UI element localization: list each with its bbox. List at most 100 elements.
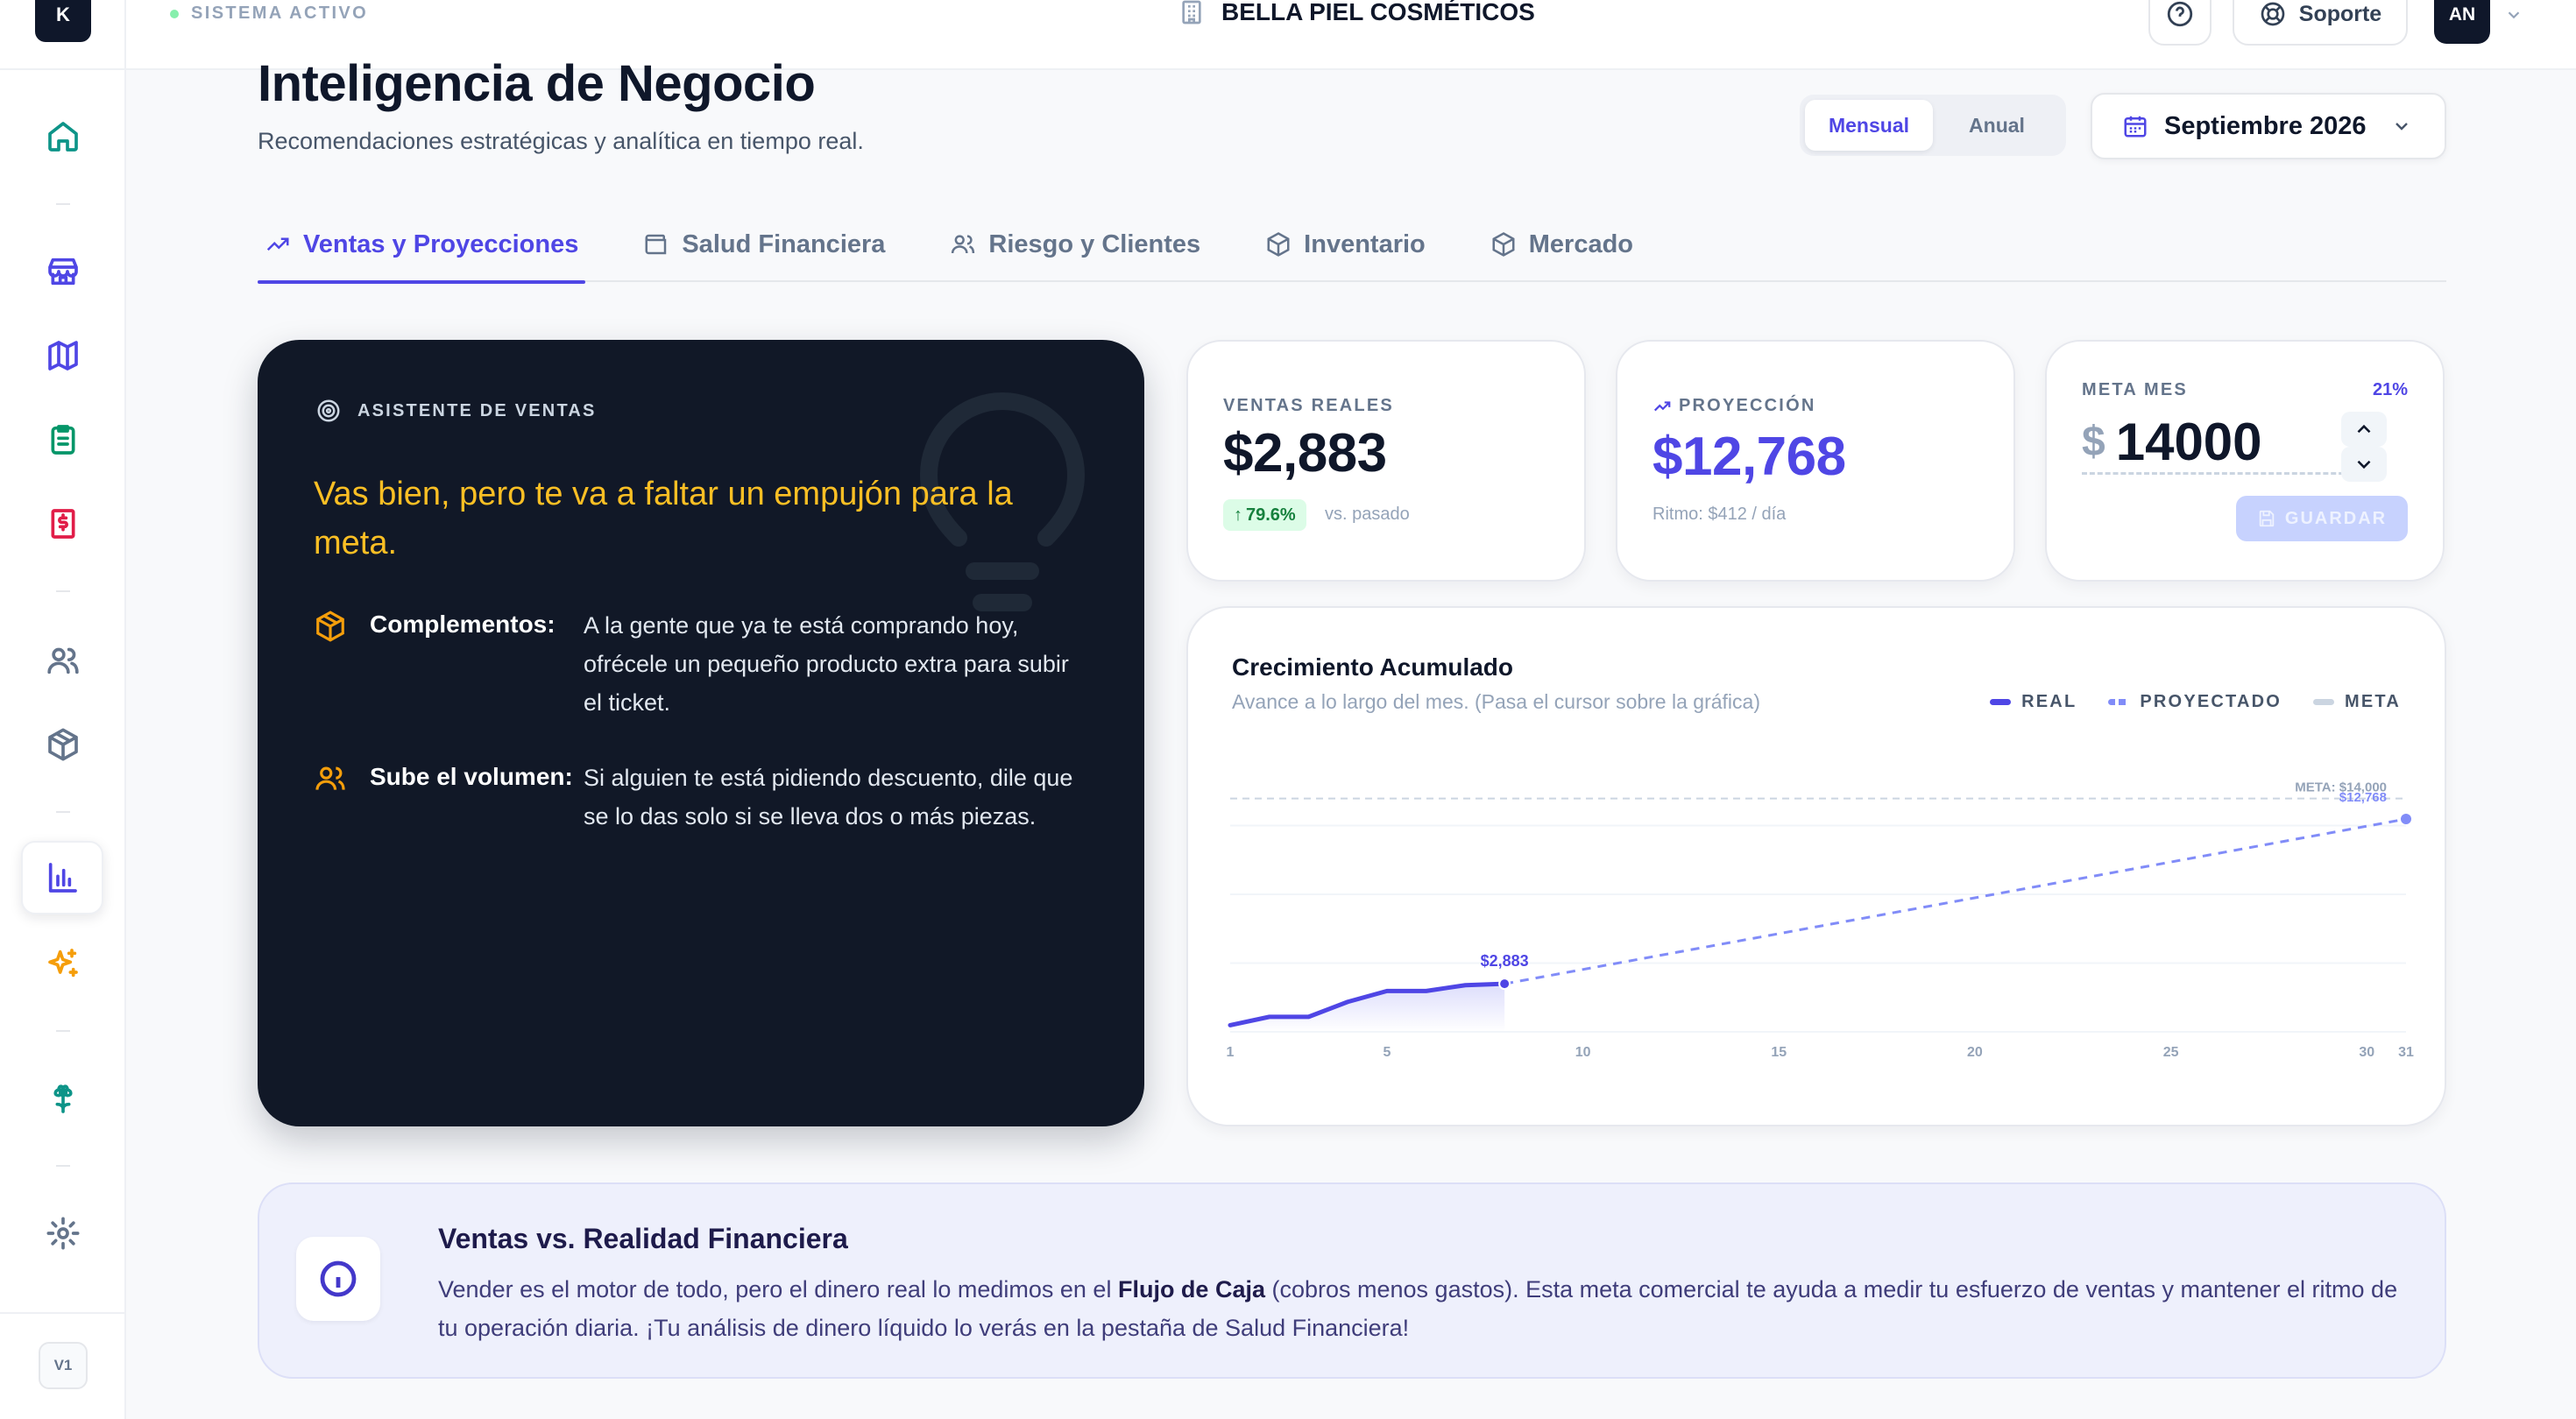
map-icon (48, 341, 78, 371)
divider (56, 203, 70, 205)
info-icon-box (296, 1237, 380, 1321)
nav-store[interactable] (37, 245, 89, 298)
users-icon (47, 647, 79, 674)
increment-button[interactable] (2341, 412, 2387, 447)
nav-inventory[interactable] (37, 718, 89, 771)
nav-analytics[interactable] (21, 841, 103, 914)
tip-item: Complementos: A la gente que ya te está … (314, 608, 1102, 722)
box-icon (316, 611, 344, 642)
tab-sales-projections[interactable]: Ventas y Proyecciones (258, 207, 586, 284)
x-tick-label: 1 (1227, 1045, 1235, 1060)
arrow-up-icon: ↑ (1234, 505, 1242, 525)
change-note: vs. pasado (1325, 505, 1410, 524)
divider (56, 1030, 70, 1032)
invoice-dollar-icon (51, 509, 75, 539)
sales-assistant-card: ASISTENTE DE VENTAS Vas bien, pero te va… (258, 340, 1144, 1126)
support-label: Soporte (2298, 1, 2382, 26)
box-icon (1267, 232, 1290, 257)
chevron-down-icon (2357, 460, 2371, 469)
info-icon (320, 1260, 357, 1297)
period-option-monthly[interactable]: Mensual (1805, 100, 1933, 151)
tab-label: Inventario (1304, 229, 1426, 258)
chevron-up-icon (2357, 424, 2371, 434)
kpi-label: META MES (2082, 380, 2188, 399)
kpi-monthly-goal: META MES 21% $ 14000 GUARDAR (2045, 340, 2445, 582)
x-tick-label: 25 (2163, 1045, 2179, 1060)
current-value-label: $2,883 (1481, 952, 1529, 970)
assistant-message: Vas bien, pero te va a faltar un empujón… (314, 476, 1013, 561)
assistant-header: ASISTENTE DE VENTAS (315, 398, 597, 424)
box-icon (1492, 232, 1515, 257)
trending-up-icon (1653, 400, 1671, 411)
nav-home[interactable] (37, 110, 89, 163)
goal-stepper (2339, 412, 2388, 482)
store-icon (48, 258, 78, 286)
nav-users[interactable] (37, 634, 89, 687)
assistant-label: ASISTENTE DE VENTAS (357, 400, 597, 420)
divider (56, 811, 70, 813)
month-picker-label: Septiembre 2026 (2164, 111, 2367, 140)
nav-clipboard[interactable] (37, 413, 89, 466)
tip-label: Sube el volumen: (370, 763, 573, 790)
month-picker[interactable]: Septiembre 2026 (2091, 93, 2446, 159)
wallet-icon (645, 234, 667, 255)
avatar[interactable]: AN (2434, 0, 2490, 44)
building-icon (1182, 0, 1201, 25)
nav-settings[interactable] (37, 1207, 89, 1260)
tab-financial-health[interactable]: Salud Financiera (636, 207, 892, 282)
goal-value: 14000 (2115, 413, 2262, 471)
tab-inventory[interactable]: Inventario (1258, 207, 1433, 282)
flower-icon (53, 1084, 73, 1113)
nav-map[interactable] (37, 329, 89, 382)
current-point (1498, 978, 1511, 991)
support-button[interactable]: Soporte (2233, 0, 2408, 46)
gear-icon (46, 1217, 80, 1250)
bar-chart-icon (48, 863, 77, 893)
nav-invoices[interactable] (37, 498, 89, 550)
currency-symbol: $ (2082, 419, 2105, 465)
period-option-yearly[interactable]: Anual (1933, 100, 2061, 151)
growth-chart[interactable]: META: $14,000$2,883$12,7681 5 10 15 20 25 30 31 (1188, 608, 2448, 1128)
help-button[interactable] (2148, 0, 2212, 46)
app-logo[interactable]: K (35, 0, 91, 42)
projection-value-label: $12,768 (2339, 790, 2387, 805)
tip-text: Si alguien te está pidiendo descuento, d… (584, 765, 1073, 830)
nav-ai[interactable] (37, 937, 89, 990)
goal-progress: 21% (2372, 380, 2408, 399)
kpi-label-text: PROYECCIÓN (1679, 396, 1816, 415)
kpi-actual-sales: VENTAS REALES $2,883 ↑ 79.6% vs. pasado (1186, 340, 1586, 582)
chevron-down-icon[interactable] (2504, 5, 2523, 25)
users-icon (315, 766, 345, 790)
projected-series-line (1504, 817, 2407, 985)
tab-market[interactable]: Mercado (1483, 207, 1640, 282)
projection-end-point (2401, 814, 2411, 825)
decrement-button[interactable] (2341, 447, 2387, 482)
kpi-value: $2,883 (1223, 423, 1387, 484)
divider (0, 1312, 126, 1314)
change-badge: ↑ 79.6% (1223, 499, 1306, 531)
target-icon (317, 399, 340, 422)
goal-input[interactable]: $ 14000 (2082, 412, 2352, 475)
nav-wellness[interactable] (37, 1072, 89, 1125)
divider (0, 68, 126, 70)
version-badge: V1 (39, 1342, 88, 1389)
page-title: Inteligencia de Negocio (258, 55, 816, 112)
change-value: 79.6% (1246, 505, 1296, 525)
save-label: GUARDAR (2284, 508, 2388, 528)
tip-text: A la gente que ya te está comprando hoy,… (584, 612, 1069, 716)
daily-rate: Ritmo: $412 / día (1652, 505, 1787, 524)
period-toggle: Mensual Anual (1800, 95, 2066, 156)
x-tick-label: 30 (2359, 1045, 2374, 1060)
tab-label: Ventas y Proyecciones (303, 229, 579, 258)
lifebuoy-icon (2261, 2, 2285, 26)
calendar-icon (2124, 116, 2147, 138)
save-goal-button[interactable]: GUARDAR (2236, 496, 2408, 541)
save-icon (2259, 510, 2275, 527)
box-icon (48, 728, 78, 761)
info-banner: Ventas vs. Realidad Financiera Vender es… (258, 1182, 2446, 1379)
clipboard-icon (51, 425, 75, 455)
x-tick-label: 10 (1575, 1045, 1591, 1060)
kpi-label: PROYECCIÓN (1652, 396, 1815, 416)
trending-up-icon (266, 237, 289, 251)
tab-risk-clients[interactable]: Riesgo y Clientes (943, 207, 1207, 282)
